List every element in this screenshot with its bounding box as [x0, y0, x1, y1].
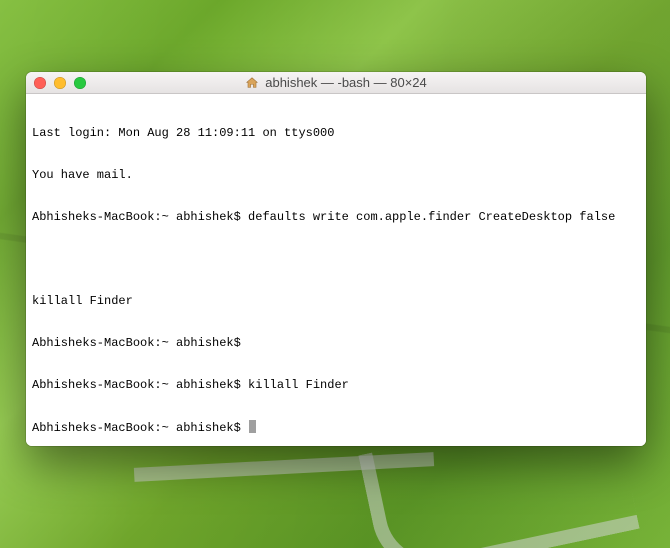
window-title-text: abhishek — -bash — 80×24: [265, 75, 427, 90]
maximize-icon[interactable]: [74, 77, 86, 89]
terminal-prompt: Abhisheks-MacBook:~ abhishek$: [32, 421, 248, 435]
terminal-line: You have mail.: [32, 168, 640, 182]
window-controls: [26, 77, 86, 89]
close-icon[interactable]: [34, 77, 46, 89]
home-icon: [245, 76, 259, 90]
terminal-line: Abhisheks-MacBook:~ abhishek$: [32, 336, 640, 350]
terminal-prompt-line: Abhisheks-MacBook:~ abhishek$: [32, 420, 640, 435]
window-title: abhishek — -bash — 80×24: [26, 75, 646, 90]
minimize-icon[interactable]: [54, 77, 66, 89]
terminal-line: killall Finder: [32, 294, 640, 308]
terminal-body[interactable]: Last login: Mon Aug 28 11:09:11 on ttys0…: [26, 94, 646, 446]
titlebar[interactable]: abhishek — -bash — 80×24: [26, 72, 646, 94]
terminal-line: Last login: Mon Aug 28 11:09:11 on ttys0…: [32, 126, 640, 140]
terminal-line: Abhisheks-MacBook:~ abhishek$ killall Fi…: [32, 378, 640, 392]
cursor-icon: [249, 420, 256, 433]
terminal-line: [32, 252, 640, 266]
terminal-window: abhishek — -bash — 80×24 Last login: Mon…: [26, 72, 646, 446]
terminal-line: Abhisheks-MacBook:~ abhishek$ defaults w…: [32, 210, 640, 224]
